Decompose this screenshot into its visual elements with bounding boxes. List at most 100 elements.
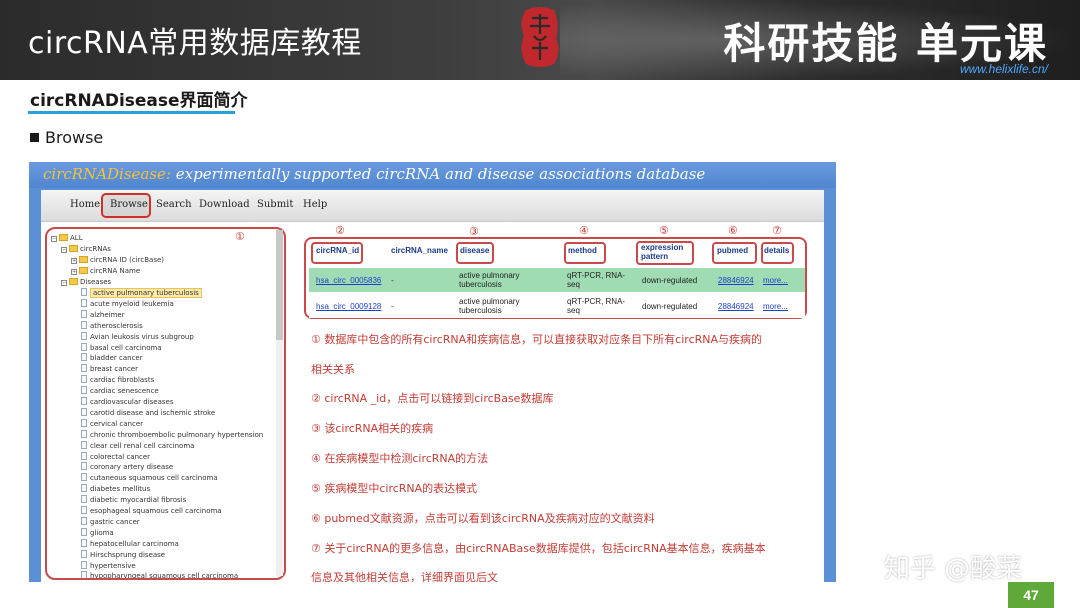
tree-disease-item[interactable]: basal cell carcinoma — [81, 342, 162, 353]
tree-disease-item[interactable]: gastric cancer — [81, 516, 140, 527]
tree-disease-item[interactable]: diabetic myocardial fibrosis — [81, 495, 186, 505]
tree-disease-item[interactable]: cardiac fibroblasts — [81, 375, 154, 385]
row2-circrna-name: - — [391, 302, 394, 311]
col-header-pubmed[interactable]: pubmed — [717, 246, 748, 255]
tree-diseases[interactable]: − Diseases — [61, 277, 111, 287]
tree-disease-label: hypopharyngeal squamous cell carcinoma — [90, 572, 239, 580]
tree-disease-item[interactable]: atherosclerosis — [81, 320, 143, 331]
document-icon — [81, 353, 87, 362]
tree-disease-item[interactable]: cardiac senescence — [81, 386, 159, 396]
tree-disease-item[interactable]: cutaneous squamous cell carcinoma — [81, 473, 218, 483]
tree-disease-item[interactable]: glioma — [81, 527, 114, 538]
tree-scrollbar-thumb[interactable] — [276, 230, 283, 340]
tree-disease-item[interactable]: active pulmonary tuberculosis — [81, 288, 202, 298]
document-icon — [81, 462, 87, 471]
tree-disease-item[interactable]: Hirschsprung disease — [81, 549, 165, 560]
seal-logo — [521, 7, 559, 67]
tree-disease-label: esophageal squamous cell carcinoma — [90, 507, 222, 515]
banner-title: circRNA常用数据库教程 — [28, 26, 362, 61]
marker-4: ④ — [579, 224, 589, 237]
marker-1: ① — [235, 230, 245, 243]
tree-circrna-name[interactable]: + circRNA Name — [71, 266, 140, 276]
collapse-icon[interactable]: − — [51, 236, 57, 242]
row1-pubmed-link[interactable]: 28846924 — [718, 276, 754, 285]
database-screenshot: circRNADisease: experimentally supported… — [29, 162, 836, 582]
section-title: circRNADisease界面简介 — [30, 91, 248, 111]
tree-disease-label: breast cancer — [90, 365, 138, 374]
site-brand-tagline: experimentally supported circRNA and dis… — [171, 165, 706, 183]
tree-disease-item[interactable]: esophageal squamous cell carcinoma — [81, 506, 222, 516]
nav-help[interactable]: Help — [303, 199, 327, 210]
document-icon — [81, 451, 87, 460]
tree-disease-item[interactable]: chronic thromboembolic pulmonary hyperte… — [81, 429, 263, 440]
tree-disease-item[interactable]: alzheimer — [81, 309, 125, 320]
document-icon — [81, 516, 87, 525]
row2-details-link[interactable]: more... — [763, 302, 788, 311]
tree-disease-item[interactable]: clear cell renal cell carcinoma — [81, 440, 195, 451]
col-header-circrna-name[interactable]: circRNA_name — [391, 246, 448, 255]
note-3: ③ 该circRNA相关的疾病 — [311, 422, 434, 435]
expand-icon[interactable]: + — [71, 258, 77, 264]
document-icon — [81, 549, 87, 558]
tree-disease-item[interactable]: acute myeloid leukemia — [81, 298, 174, 309]
tree-disease-item[interactable]: diabetes mellitus — [81, 484, 150, 494]
document-icon — [81, 527, 87, 536]
tree-disease-label: alzheimer — [90, 310, 125, 319]
tree-diseases-label: Diseases — [80, 278, 112, 286]
collapse-icon[interactable]: − — [61, 280, 67, 286]
tree-disease-label: active pulmonary tuberculosis — [90, 288, 202, 298]
nav-browse[interactable]: Browse — [110, 199, 148, 210]
row2-circrna-id-link[interactable]: hsa_circ_0009128 — [316, 302, 381, 311]
row1-circrna-id-link[interactable]: hsa_circ_0005836 — [316, 276, 381, 285]
marker-7: ⑦ — [772, 224, 782, 237]
tree-disease-item[interactable]: cardiovascular diseases — [81, 397, 174, 407]
tree-disease-item[interactable]: colorectal cancer — [81, 451, 150, 462]
tree-disease-item[interactable]: hypopharyngeal squamous cell carcinoma — [81, 571, 239, 580]
slide: circRNA常用数据库教程 科研技能 单元课 www.helixlife.cn… — [0, 0, 1080, 608]
nav-submit[interactable]: Submit — [257, 199, 293, 210]
nav-home[interactable]: Home — [70, 199, 100, 210]
tree-disease-item[interactable]: hepatocellular carcinoma — [81, 538, 179, 549]
document-icon — [81, 331, 87, 340]
document-icon — [81, 440, 87, 449]
tree-disease-label: clear cell renal cell carcinoma — [90, 441, 195, 450]
site-brand-name: circRNADisease: — [43, 165, 171, 183]
tree-disease-label: cardiovascular diseases — [90, 398, 174, 406]
tree-disease-item[interactable]: breast cancer — [81, 364, 138, 374]
row1-method: qRT-PCR, RNA-seq — [567, 271, 626, 289]
tree-circrna-id[interactable]: + circRNA ID (circBase) — [71, 255, 164, 265]
col-header-details[interactable]: details — [764, 246, 789, 255]
tree-root[interactable]: − ALL — [51, 233, 83, 243]
row1-disease: active pulmonary tuberculosis — [459, 271, 520, 289]
tree-disease-label: gastric cancer — [90, 517, 140, 526]
tree-disease-item[interactable]: hypertensive — [81, 560, 136, 571]
col-header-expression[interactable]: expression pattern — [641, 243, 691, 261]
note-5: ⑤ 疾病模型中circRNA的表达模式 — [311, 482, 478, 495]
expand-icon[interactable]: + — [71, 269, 77, 275]
collapse-icon[interactable]: − — [61, 247, 67, 253]
tree-disease-item[interactable]: Avian leukosis virus subgroup — [81, 331, 194, 342]
row1-details-link[interactable]: more... — [763, 276, 788, 285]
document-icon — [81, 429, 87, 438]
nav-download[interactable]: Download — [199, 199, 250, 210]
tree-disease-item[interactable]: carotid disease and ischemic stroke — [81, 407, 216, 418]
banner-url[interactable]: www.helixlife.cn/ — [960, 62, 1048, 76]
tree-disease-label: cervical cancer — [90, 419, 144, 428]
document-icon — [81, 560, 87, 569]
col-header-method[interactable]: method — [568, 246, 597, 255]
tree-disease-label: carotid disease and ischemic stroke — [90, 408, 216, 417]
col-header-circrna-id[interactable]: circRNA_id — [316, 246, 359, 255]
nav-search[interactable]: Search — [156, 199, 192, 210]
tree-disease-item[interactable]: coronary artery disease — [81, 462, 173, 472]
folder-icon — [79, 267, 88, 274]
site-navbar: Home Browse Search Download Submit Help — [41, 190, 824, 222]
tree-disease-item[interactable]: bladder cancer — [81, 353, 143, 363]
note-6: ⑥ pubmed文献资源，点击可以看到该circRNA及疾病对应的文献资料 — [311, 512, 655, 525]
row2-pubmed-link[interactable]: 28846924 — [718, 302, 754, 311]
tree-disease-label: cardiac fibroblasts — [90, 376, 155, 385]
marker-2: ② — [335, 224, 345, 237]
tree-circrna-name-label: circRNA Name — [90, 267, 141, 275]
col-header-disease[interactable]: disease — [460, 246, 489, 255]
tree-circrnas[interactable]: − circRNAs — [61, 244, 111, 254]
tree-disease-item[interactable]: cervical cancer — [81, 418, 144, 429]
